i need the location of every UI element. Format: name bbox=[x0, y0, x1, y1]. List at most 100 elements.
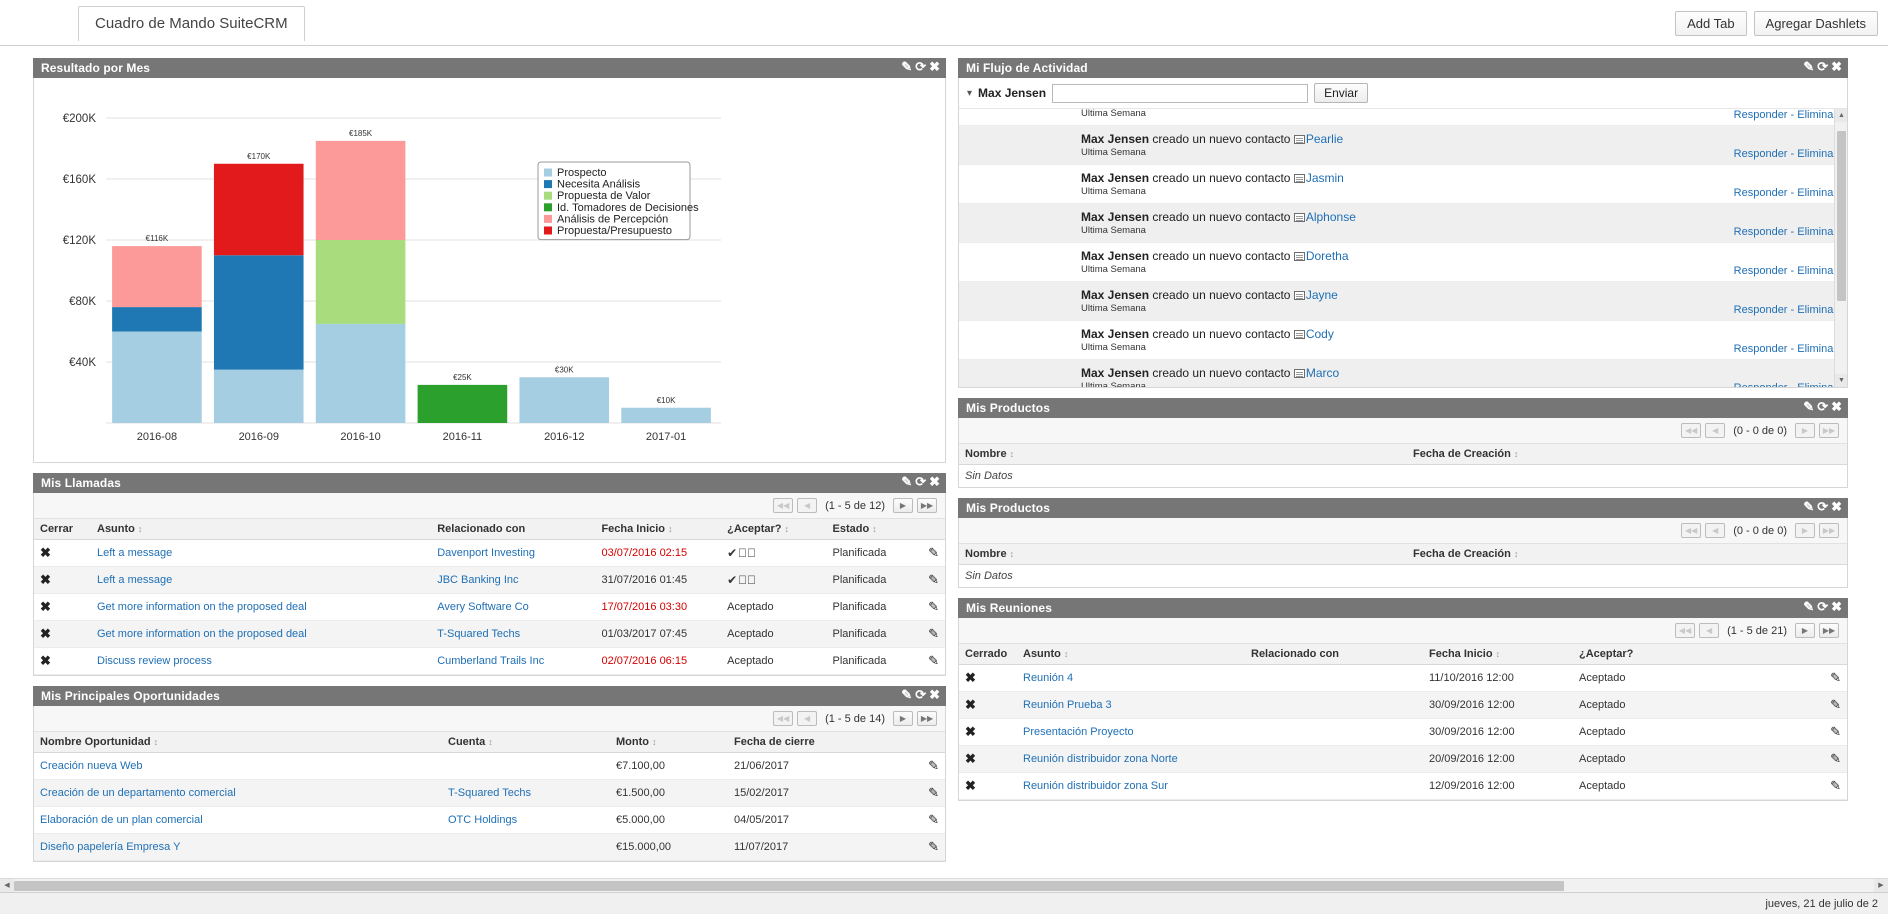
refresh-icon[interactable]: ⟳ bbox=[1817, 600, 1828, 614]
activity-post-input[interactable] bbox=[1052, 83, 1309, 103]
activity-contact-link[interactable]: Doretha bbox=[1306, 249, 1349, 263]
cell-actions[interactable]: ✎ bbox=[876, 779, 945, 807]
legend-label[interactable]: Id. Tomadores de Decisiones bbox=[557, 202, 699, 214]
edit-row-icon[interactable]: ✎ bbox=[928, 626, 939, 641]
activity-list[interactable]: Max Jensen creado un nuevo contacto Jerr… bbox=[959, 109, 1847, 387]
edit-row-icon[interactable]: ✎ bbox=[928, 653, 939, 668]
account-link[interactable]: T-Squared Techs bbox=[448, 787, 531, 799]
cell-account[interactable]: OTC Holdings bbox=[442, 806, 610, 834]
table-row[interactable]: ✖ Reunión distribuidor zona Sur 12/09/2016… bbox=[959, 772, 1847, 800]
bar-segment[interactable] bbox=[112, 331, 202, 424]
cell-accept[interactable]: ✔⚇⃠ bbox=[721, 539, 827, 567]
cell-account[interactable] bbox=[442, 752, 610, 780]
table-row[interactable]: ✖ Reunión distribuidor zona Norte 20/09/20… bbox=[959, 745, 1847, 773]
horizontal-scrollbar[interactable]: ◀ ▶ bbox=[0, 878, 1888, 892]
cell-accept[interactable]: Aceptado bbox=[721, 593, 827, 621]
meeting-subject-link[interactable]: Reunión Prueba 3 bbox=[1023, 699, 1112, 711]
activity-contact-link[interactable]: Alphonse bbox=[1306, 210, 1356, 224]
edit-row-icon[interactable]: ✎ bbox=[1830, 670, 1841, 685]
close-row-icon[interactable]: ✖ bbox=[40, 653, 51, 668]
activity-actor[interactable]: Max Jensen bbox=[1081, 366, 1149, 380]
table-row[interactable]: ✖ Left a message Davenport Investing 03/07/… bbox=[34, 539, 945, 567]
col-fecha-creacion[interactable]: Fecha de Creación ↕ bbox=[1407, 544, 1847, 565]
pager-first-button[interactable]: ◀◀ bbox=[1681, 523, 1702, 538]
table-row[interactable]: ✖ Get more information on the proposed de… bbox=[34, 593, 945, 621]
col-fecha-creacion[interactable]: Fecha de Creación ↕ bbox=[1407, 444, 1847, 465]
pager-first-button[interactable]: ◀◀ bbox=[773, 498, 794, 513]
refresh-icon[interactable]: ⟳ bbox=[915, 688, 926, 702]
activity-actor[interactable]: Max Jensen bbox=[1081, 288, 1149, 302]
activity-actor[interactable]: Max Jensen bbox=[1081, 249, 1149, 263]
cell-related[interactable]: Davenport Investing bbox=[431, 539, 596, 567]
call-subject-link[interactable]: Discuss review process bbox=[97, 655, 212, 667]
activity-reply-link[interactable]: Responder bbox=[1734, 304, 1788, 316]
opportunity-link[interactable]: Diseño papelería Empresa Y bbox=[40, 841, 180, 853]
cell-actions[interactable]: ✎ bbox=[876, 806, 945, 834]
cell-close[interactable]: ✖ bbox=[34, 566, 91, 594]
cell-close[interactable]: ✖ bbox=[959, 664, 1017, 692]
related-link[interactable]: Cumberland Trails Inc bbox=[437, 655, 544, 667]
close-row-icon[interactable]: ✖ bbox=[965, 670, 976, 685]
edit-row-icon[interactable]: ✎ bbox=[1830, 778, 1841, 793]
cell-account[interactable]: T-Squared Techs bbox=[442, 779, 610, 807]
activity-actor[interactable]: Max Jensen bbox=[1081, 171, 1149, 185]
activity-delete-link[interactable]: Eliminar bbox=[1797, 382, 1837, 387]
meeting-subject-link[interactable]: Reunión 4 bbox=[1023, 672, 1073, 684]
cell-close[interactable]: ✖ bbox=[34, 620, 91, 648]
pager-last-button[interactable]: ▶▶ bbox=[917, 498, 937, 513]
bar-segment[interactable] bbox=[213, 369, 304, 423]
close-icon[interactable]: ✖ bbox=[929, 475, 940, 489]
cell-actions[interactable]: ✎ bbox=[1681, 718, 1847, 746]
legend-label[interactable]: Propuesta/Presupuesto bbox=[557, 225, 672, 237]
bar-segment[interactable] bbox=[417, 384, 508, 423]
opportunity-link[interactable]: Creación nueva Web bbox=[40, 760, 143, 772]
pager-next-button[interactable]: ▶ bbox=[893, 711, 913, 726]
activity-reply-link[interactable]: Responder bbox=[1734, 343, 1788, 355]
legend-swatch[interactable] bbox=[544, 191, 552, 200]
pager-next-button[interactable]: ▶ bbox=[1795, 423, 1815, 438]
edit-icon[interactable]: ✎ bbox=[901, 475, 912, 489]
cell-subject[interactable]: Reunión distribuidor zona Sur bbox=[1017, 772, 1245, 800]
legend-label[interactable]: Prospecto bbox=[557, 167, 607, 179]
cell-subject[interactable]: Reunión 4 bbox=[1017, 664, 1245, 692]
related-link[interactable]: Davenport Investing bbox=[437, 547, 535, 559]
pager-last-button[interactable]: ▶▶ bbox=[1819, 423, 1839, 438]
activity-reply-link[interactable]: Responder bbox=[1734, 187, 1788, 199]
legend-label[interactable]: Propuesta de Valor bbox=[557, 190, 651, 202]
table-row[interactable]: Elaboración de un plan comercial OTC Hold… bbox=[34, 806, 945, 834]
cell-subject[interactable]: Reunión distribuidor zona Norte bbox=[1017, 745, 1245, 773]
legend-swatch[interactable] bbox=[544, 168, 552, 177]
cell-subject[interactable]: Discuss review process bbox=[91, 647, 432, 675]
cell-close[interactable]: ✖ bbox=[34, 593, 91, 621]
cell-subject[interactable]: Left a message bbox=[91, 566, 432, 594]
bar-segment[interactable] bbox=[213, 163, 304, 256]
cell-close[interactable]: ✖ bbox=[34, 647, 91, 675]
pager-last-button[interactable]: ▶▶ bbox=[917, 711, 937, 726]
meeting-subject-link[interactable]: Presentación Proyecto bbox=[1023, 726, 1134, 738]
legend-swatch[interactable] bbox=[544, 214, 552, 223]
close-row-icon[interactable]: ✖ bbox=[965, 697, 976, 712]
edit-row-icon[interactable]: ✎ bbox=[1830, 724, 1841, 739]
legend-swatch[interactable] bbox=[544, 226, 552, 235]
pager-next-button[interactable]: ▶ bbox=[1795, 623, 1815, 638]
call-subject-link[interactable]: Get more information on the proposed dea… bbox=[97, 601, 307, 613]
activity-contact-link[interactable]: Jasmin bbox=[1306, 171, 1344, 185]
col-nombre[interactable]: Nombre ↕ bbox=[959, 544, 1407, 565]
pager-prev-button[interactable]: ◀ bbox=[1699, 623, 1720, 638]
cell-close[interactable]: ✖ bbox=[959, 745, 1017, 773]
bar-segment[interactable] bbox=[315, 240, 406, 324]
activity-delete-link[interactable]: Eliminar bbox=[1797, 343, 1837, 355]
col-cuenta[interactable]: Cuenta ↕ bbox=[442, 732, 610, 753]
pager-last-button[interactable]: ▶▶ bbox=[1819, 523, 1839, 538]
table-row[interactable]: ✖ Reunión 4 11/10/2016 12:00 Aceptado ✎ bbox=[959, 664, 1847, 692]
pager-first-button[interactable]: ◀◀ bbox=[1681, 423, 1702, 438]
refresh-icon[interactable]: ⟳ bbox=[915, 60, 926, 74]
cell-opportunity-name[interactable]: Elaboración de un plan comercial bbox=[34, 806, 442, 834]
pager-prev-button[interactable]: ◀ bbox=[1705, 523, 1726, 538]
cell-opportunity-name[interactable]: Creación nueva Web bbox=[34, 752, 442, 780]
legend-swatch[interactable] bbox=[544, 203, 552, 212]
activity-delete-link[interactable]: Eliminar bbox=[1797, 187, 1837, 199]
edit-icon[interactable]: ✎ bbox=[901, 60, 912, 74]
cell-actions[interactable]: ✎ bbox=[1681, 772, 1847, 800]
close-icon[interactable]: ✖ bbox=[929, 60, 940, 74]
